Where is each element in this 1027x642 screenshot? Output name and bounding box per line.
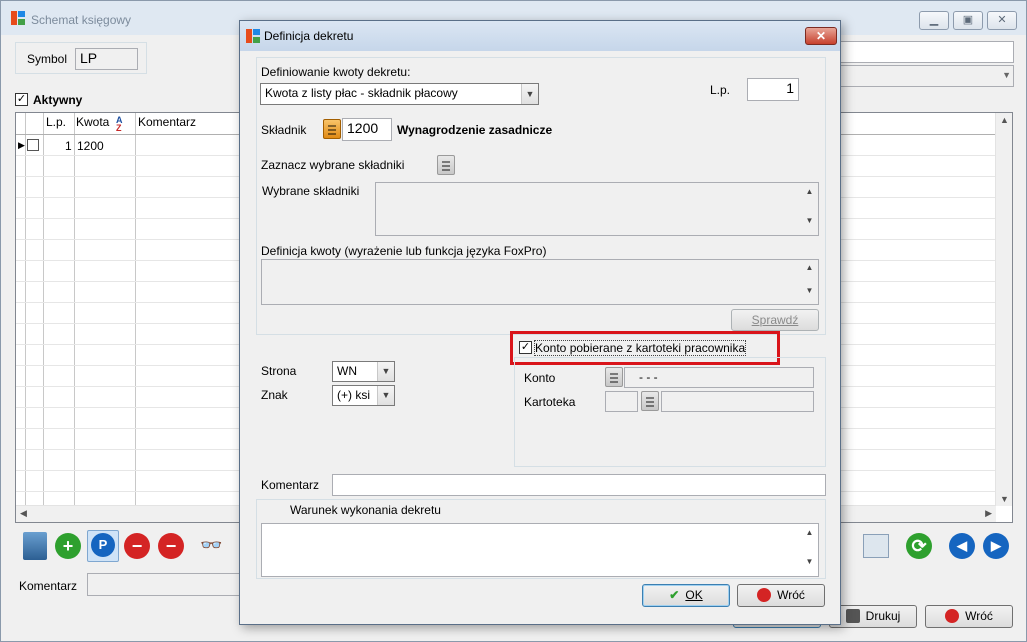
card-picker-icon[interactable] (641, 391, 659, 411)
amount-definition-select[interactable]: Kwota z listy płac - składnik płacowy ▼ (260, 83, 539, 105)
chevron-up-icon[interactable]: ▲ (801, 263, 818, 272)
symbol-input[interactable]: LP (75, 48, 138, 70)
dialog-back-button[interactable]: Wróć (737, 584, 825, 607)
preview-button[interactable]: P (87, 530, 119, 562)
chevron-down-icon[interactable]: ▼ (377, 386, 394, 405)
dialog-title: Definicja dekretu (264, 29, 354, 43)
component-name: Wynagrodzenie zasadnicze (397, 123, 553, 137)
chevron-down-icon[interactable]: ▼ (521, 84, 538, 104)
chevron-down-icon[interactable]: ▼ (801, 557, 818, 566)
row-checkbox[interactable] (27, 139, 39, 151)
select-components-label: Zaznacz wybrane składniki (261, 158, 405, 172)
selected-components-memo[interactable]: ▲ ▼ (375, 182, 819, 236)
column-header-lp[interactable]: L.p. (46, 115, 66, 129)
account-label: Konto (524, 371, 556, 385)
close-button[interactable]: ✕ (987, 11, 1017, 30)
copy-icon[interactable] (863, 534, 889, 558)
condition-memo[interactable]: ▲ ▼ (261, 523, 819, 577)
maximize-icon: ▣ (962, 14, 974, 26)
component-code-input[interactable]: 1200 (342, 118, 392, 141)
check-button[interactable]: Sprawdź (731, 309, 819, 331)
close-icon: ✕ (997, 14, 1007, 26)
dialog-comment-label: Komentarz (261, 478, 320, 492)
amount-expression-memo[interactable]: ▲ ▼ (261, 259, 819, 305)
next-icon[interactable]: ▶ (983, 533, 1009, 559)
component-label: Składnik (261, 123, 307, 137)
main-comment-input[interactable] (87, 573, 247, 596)
dialog-comment-input[interactable] (332, 474, 826, 496)
app-icon (11, 11, 25, 25)
sign-label: Znak (261, 388, 288, 402)
delete-checked-icon[interactable]: − (158, 533, 184, 559)
chevron-down-icon[interactable]: ▼ (377, 362, 394, 381)
binoculars-icon[interactable]: 👓 (200, 535, 228, 555)
add-icon[interactable]: + (55, 533, 81, 559)
refresh-icon[interactable]: ⟳ (906, 533, 932, 559)
active-checkbox[interactable]: ✓ (15, 93, 28, 106)
column-header-komentarz[interactable]: Komentarz (138, 115, 196, 129)
back-button[interactable]: Wróć (925, 605, 1013, 628)
row-kwota: 1200 (77, 139, 104, 153)
back-icon (757, 588, 772, 602)
main-comment-label: Komentarz (19, 579, 78, 593)
close-icon: ✕ (815, 29, 827, 43)
maximize-button[interactable]: ▣ (953, 11, 983, 30)
back-icon (945, 609, 960, 623)
dialog-title-bar: Definicja dekretu ✕ (240, 21, 840, 51)
print-button[interactable]: Drukuj (829, 605, 917, 628)
lp-input[interactable]: 1 (747, 78, 799, 101)
scroll-down-icon[interactable]: ▼ (1000, 494, 1009, 504)
scroll-right-icon[interactable]: ▶ (985, 508, 992, 519)
ok-button[interactable]: ✔ OK (642, 584, 730, 607)
row-pointer-icon: ▶ (18, 140, 25, 150)
amount-expression-label: Definicja kwoty (wyrażenie lub funkcja j… (261, 244, 547, 258)
side-label: Strona (261, 364, 297, 378)
magnifier-icon: P (91, 533, 115, 557)
column-header-kwota[interactable]: Kwota (76, 115, 109, 129)
card-name-input[interactable] (661, 391, 814, 412)
account-picker-icon[interactable] (605, 367, 623, 387)
amount-definition-label: Definiowanie kwoty dekretu: (261, 65, 411, 79)
check-icon: ✔ (669, 588, 680, 602)
scroll-up-icon[interactable]: ▲ (1000, 115, 1009, 125)
dialog-app-icon (246, 29, 260, 43)
name-input[interactable] (840, 41, 1014, 63)
condition-label: Warunek wykonania dekretu (290, 503, 441, 517)
component-picker-icon[interactable] (323, 119, 341, 139)
minimize-icon: ▁ (929, 14, 939, 26)
chevron-up-icon[interactable]: ▲ (801, 187, 818, 196)
selected-components-label: Wybrane składniki (262, 184, 360, 198)
chevron-down-icon[interactable]: ▼ (801, 216, 818, 225)
active-label: Aktywny (33, 93, 83, 107)
delete-icon[interactable]: − (124, 533, 150, 559)
printer-icon (845, 609, 860, 623)
dialog-close-button[interactable]: ✕ (805, 27, 837, 45)
symbol-label: Symbol (27, 52, 68, 66)
account-input[interactable]: - - - (624, 367, 814, 388)
import-icon[interactable] (23, 532, 47, 560)
chevron-down-icon: ▼ (1002, 70, 1011, 80)
chevron-up-icon[interactable]: ▲ (801, 528, 818, 537)
sort-az-icon[interactable]: AZ (116, 116, 123, 133)
card-code-input[interactable] (605, 391, 638, 412)
chevron-down-icon[interactable]: ▼ (801, 286, 818, 295)
card-label: Kartoteka (524, 395, 576, 409)
side-select[interactable]: WN ▼ (332, 361, 395, 382)
lp-label: L.p. (710, 83, 731, 97)
previous-icon[interactable]: ◀ (949, 533, 975, 559)
grid-vertical-scrollbar[interactable]: ▲ ▼ (995, 113, 1012, 506)
account-from-employee-label[interactable]: Konto pobierane z kartoteki pracownika (533, 340, 747, 356)
main-window-title: Schemat księgowy (31, 13, 132, 27)
scroll-left-icon[interactable]: ◀ (20, 508, 27, 519)
sign-select[interactable]: (+) ksi ▼ (332, 385, 395, 406)
minimize-button[interactable]: ▁ (919, 11, 949, 30)
row-lp: 1 (65, 139, 72, 153)
type-select[interactable]: ▼ (840, 65, 1014, 87)
decree-dialog: Definicja dekretu ✕ Definiowanie kwoty d… (239, 20, 841, 625)
account-from-employee-checkbox[interactable]: ✓ (519, 341, 532, 354)
select-components-icon[interactable] (437, 155, 455, 175)
